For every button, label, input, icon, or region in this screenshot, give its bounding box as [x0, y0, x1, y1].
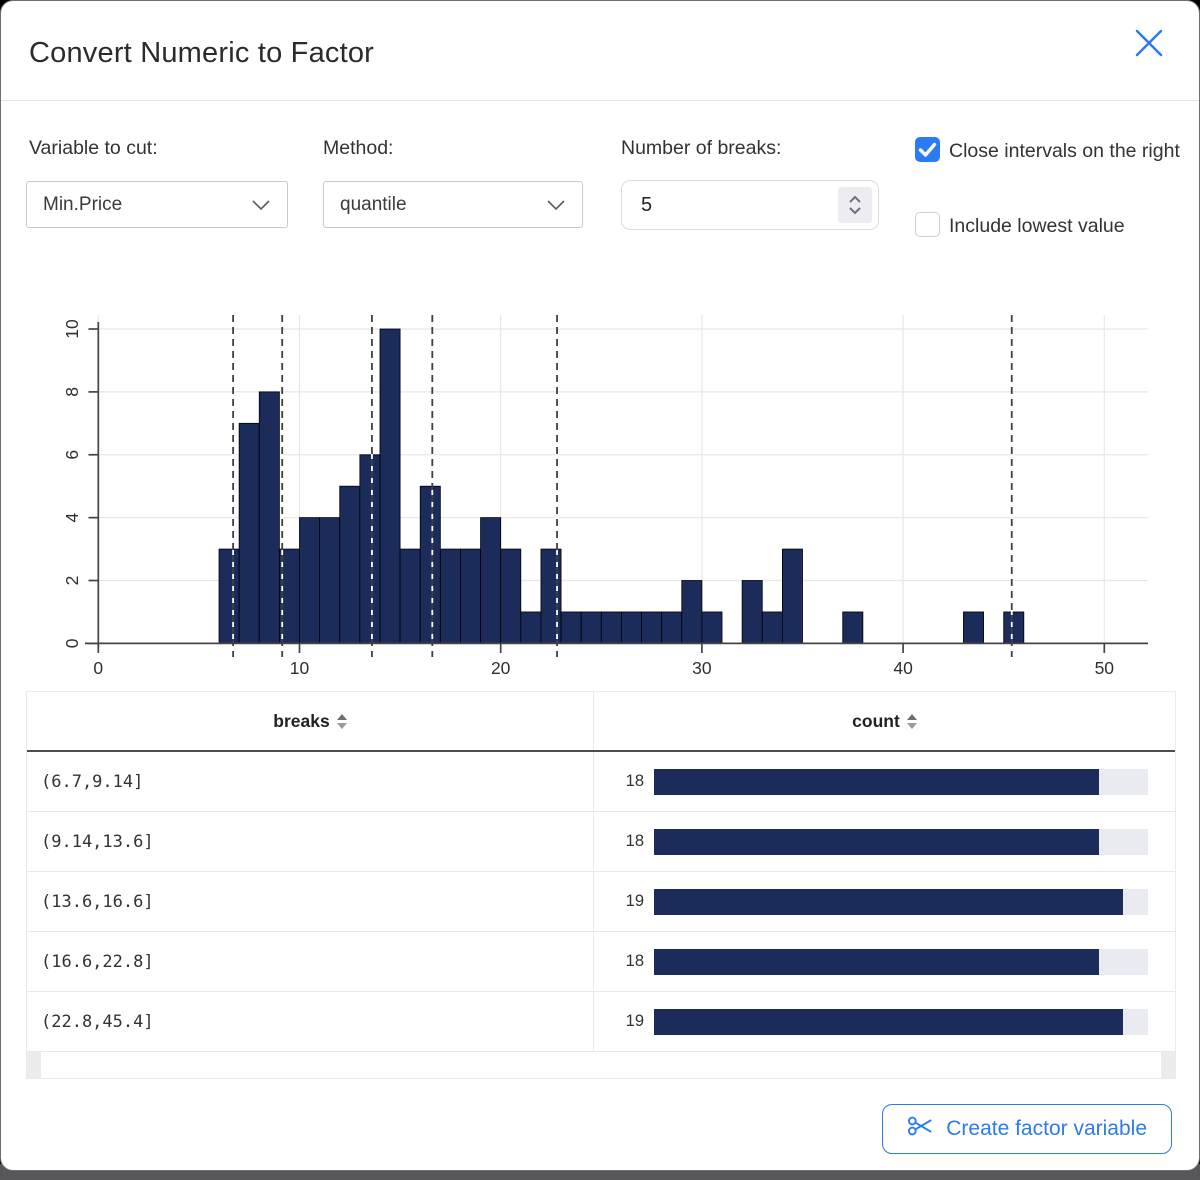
- table-body: (6.7,9.14]18(9.14,13.6]18(13.6,16.6]19(1…: [27, 752, 1175, 1052]
- checkbox-group: Close intervals on the right Include low…: [915, 133, 1183, 244]
- method-label: Method:: [323, 137, 393, 160]
- screen: Convert Numeric to Factor Variable to cu…: [0, 0, 1200, 1180]
- count-cell: 18: [594, 932, 1175, 991]
- histogram-plot: 0 10 20 30 40 50 0 2 4 6 8 10: [21, 289, 1181, 689]
- close-intervals-label: Close intervals on the right: [949, 140, 1180, 162]
- table-row: (16.6,22.8]18: [27, 932, 1175, 992]
- svg-text:4: 4: [62, 513, 82, 523]
- breaks-cell: (16.6,22.8]: [27, 932, 594, 991]
- svg-text:10: 10: [290, 658, 310, 678]
- count-bar-track: [654, 949, 1148, 975]
- count-bar-track: [654, 769, 1148, 795]
- table-header-row: breaks count: [27, 692, 1175, 752]
- count-column-label: count: [852, 711, 900, 732]
- breaks-table: breaks count (6.7,9.14]18(9.14,13.6]18(1…: [26, 691, 1176, 1079]
- svg-text:50: 50: [1095, 658, 1115, 678]
- svg-text:2: 2: [62, 576, 82, 586]
- table-row: (13.6,16.6]19: [27, 872, 1175, 932]
- svg-text:20: 20: [491, 658, 511, 678]
- count-bar: [654, 1009, 1123, 1035]
- variable-select[interactable]: Min.Price: [26, 181, 288, 228]
- count-bar: [654, 949, 1099, 975]
- count-cell: 18: [594, 752, 1175, 811]
- chevron-up-icon: [848, 195, 862, 204]
- chevron-down-icon: [546, 199, 566, 211]
- dialog-title: Convert Numeric to Factor: [29, 37, 374, 70]
- table-row: (6.7,9.14]18: [27, 752, 1175, 812]
- chevron-down-icon: [848, 206, 862, 215]
- create-factor-button[interactable]: Create factor variable: [882, 1104, 1172, 1154]
- sort-icon: [337, 714, 347, 729]
- svg-text:8: 8: [62, 387, 82, 397]
- count-cell: 19: [594, 992, 1175, 1051]
- close-intervals-checkbox-row[interactable]: Close intervals on the right: [915, 133, 1183, 170]
- variable-to-cut-label: Variable to cut:: [29, 137, 158, 160]
- svg-text:40: 40: [893, 658, 913, 678]
- breaks-cell: (13.6,16.6]: [27, 872, 594, 931]
- svg-text:0: 0: [93, 658, 103, 678]
- count-bar: [654, 769, 1099, 795]
- count-cell: 18: [594, 812, 1175, 871]
- count-bar-track: [654, 889, 1148, 915]
- include-lowest-checkbox-row[interactable]: Include lowest value: [915, 208, 1183, 245]
- count-value: 18: [594, 772, 644, 791]
- checkbox-unchecked-icon[interactable]: [915, 212, 940, 237]
- number-stepper[interactable]: [838, 187, 872, 223]
- method-select[interactable]: quantile: [323, 181, 583, 228]
- chevron-down-icon: [251, 199, 271, 211]
- checkbox-checked-icon[interactable]: [915, 137, 940, 162]
- count-value: 19: [594, 1012, 644, 1031]
- count-value: 18: [594, 952, 644, 971]
- count-bar-track: [654, 1009, 1148, 1035]
- histogram: 0 10 20 30 40 50 0 2 4 6 8 10: [21, 289, 1181, 689]
- breaks-cell: (22.8,45.4]: [27, 992, 594, 1051]
- scissors-icon: [907, 1114, 934, 1144]
- count-value: 18: [594, 832, 644, 851]
- svg-text:30: 30: [692, 658, 712, 678]
- close-icon: [1132, 26, 1166, 65]
- count-bar: [654, 829, 1099, 855]
- svg-text:0: 0: [62, 638, 82, 648]
- convert-numeric-dialog: Convert Numeric to Factor Variable to cu…: [0, 0, 1200, 1171]
- breaks-input-wrap: [621, 180, 879, 230]
- count-bar-track: [654, 829, 1148, 855]
- table-row: (9.14,13.6]18: [27, 812, 1175, 872]
- svg-text:10: 10: [62, 319, 82, 339]
- table-footer-strip: [27, 1052, 1175, 1078]
- close-button[interactable]: [1129, 25, 1169, 65]
- svg-text:6: 6: [62, 450, 82, 460]
- number-of-breaks-label: Number of breaks:: [621, 137, 781, 160]
- create-factor-button-label: Create factor variable: [946, 1117, 1147, 1141]
- count-value: 19: [594, 892, 644, 911]
- count-bar: [654, 889, 1123, 915]
- count-column-header[interactable]: count: [594, 692, 1175, 750]
- breaks-column-header[interactable]: breaks: [27, 692, 594, 750]
- dialog-header: Convert Numeric to Factor: [1, 1, 1199, 101]
- breaks-cell: (9.14,13.6]: [27, 812, 594, 871]
- breaks-column-label: breaks: [273, 711, 329, 732]
- include-lowest-label: Include lowest value: [949, 215, 1125, 237]
- table-row: (22.8,45.4]19: [27, 992, 1175, 1052]
- sort-icon: [907, 714, 917, 729]
- breaks-cell: (6.7,9.14]: [27, 752, 594, 811]
- method-select-value: quantile: [340, 194, 407, 216]
- variable-select-value: Min.Price: [43, 194, 122, 216]
- count-cell: 19: [594, 872, 1175, 931]
